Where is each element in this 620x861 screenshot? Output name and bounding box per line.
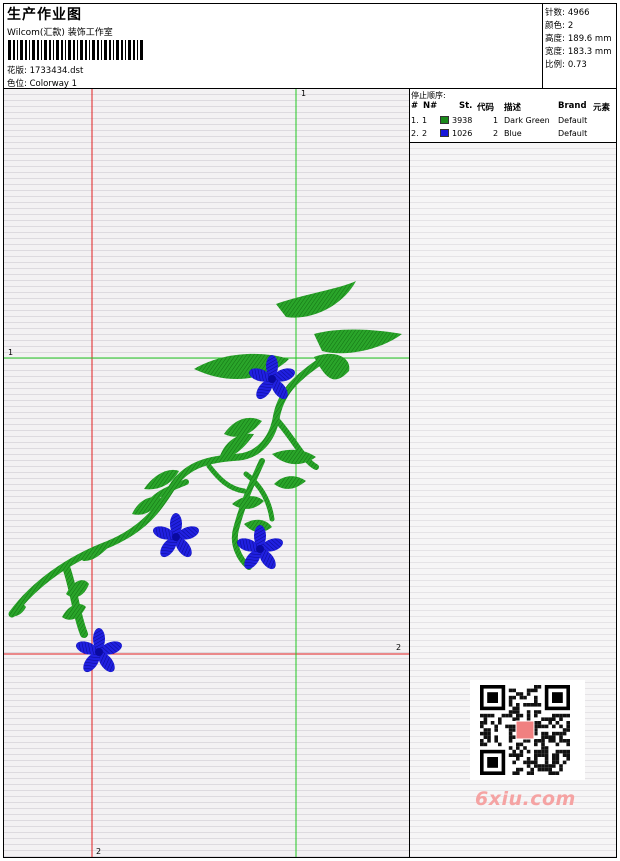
page-title: 生产作业图 — [7, 7, 82, 23]
header: 生产作业图 Wilcom(汇款) 装饰工作室 花版: 1733434.dst 色… — [4, 4, 542, 89]
stop-sequence-table: 停止顺序: # N# St. 代码 描述 Brand 元素 1. 1 3938 … — [410, 89, 616, 143]
width-value: 183.3 mm — [567, 47, 612, 57]
row-number: 1. — [411, 116, 419, 125]
guide-label-green-left: 1 — [8, 348, 14, 357]
col-stitches: St. — [459, 101, 473, 111]
row-description: Blue — [504, 129, 522, 138]
col-needle: N# — [423, 101, 438, 111]
colors-value: 2 — [567, 21, 574, 31]
col-brand: Brand — [558, 101, 587, 111]
design-file-value: 1733434.dst — [29, 66, 84, 76]
guide-label-green-top: 1 — [301, 89, 307, 98]
width-row: 宽度: 183.3 mm — [545, 45, 611, 57]
col-number: # — [411, 101, 419, 111]
row-stitches: 3938 — [452, 116, 473, 125]
row-needle: 1 — [422, 116, 428, 125]
ratio-row: 比例: 0.73 — [545, 58, 587, 70]
row-brand: Default — [558, 116, 588, 125]
flower-2 — [153, 513, 199, 558]
height-value: 189.6 mm — [567, 34, 612, 44]
stitches-label: 针数: — [545, 8, 565, 18]
row-needle: 2 — [422, 129, 428, 138]
watermark-text: 6xiu.com — [475, 788, 576, 810]
studio-name: Wilcom(汇款) 装饰工作室 — [7, 28, 113, 38]
green-vine — [8, 355, 328, 638]
height-label: 高度: — [545, 34, 565, 44]
design-canvas[interactable]: 1 1 2 2 — [4, 89, 409, 857]
qr-code — [470, 680, 585, 780]
width-label: 宽度: — [545, 47, 565, 57]
stats-panel: 针数: 4966 颜色: 2 高度: 189.6 mm 宽度: 183.3 mm 比例:… — [542, 4, 617, 88]
guide-label-red-right: 2 — [396, 643, 402, 652]
stitches-row: 针数: 4966 — [545, 6, 590, 18]
blue-flowers — [76, 355, 295, 673]
col-description: 描述 — [504, 103, 522, 113]
row-stitches: 1026 — [452, 129, 473, 138]
guide-label-red-bottom: 2 — [96, 847, 102, 856]
colors-row: 颜色: 2 — [545, 19, 573, 31]
row-number: 2. — [411, 129, 419, 138]
stitches-value: 4966 — [567, 8, 590, 18]
col-element: 元素 — [593, 103, 611, 113]
colors-label: 颜色: — [545, 21, 565, 31]
col-code: 代码 — [477, 103, 495, 113]
design-label: 花版: — [7, 66, 27, 76]
barcode — [8, 40, 143, 60]
row-code: 1 — [493, 116, 499, 125]
height-row: 高度: 189.6 mm — [545, 32, 611, 44]
thread-swatch-dark-green — [440, 116, 449, 124]
row-code: 2 — [493, 129, 499, 138]
stop-sequence-label: 停止顺序: — [411, 91, 446, 100]
row-brand: Default — [558, 129, 588, 138]
thread-swatch-blue — [440, 129, 449, 137]
ratio-value: 0.73 — [567, 60, 587, 70]
embroidery-preview — [4, 89, 409, 857]
row-description: Dark Green — [504, 116, 550, 125]
design-file-line: 花版: 1733434.dst — [7, 64, 83, 76]
ratio-label: 比例: — [545, 60, 565, 70]
qr-code-image — [480, 685, 570, 775]
